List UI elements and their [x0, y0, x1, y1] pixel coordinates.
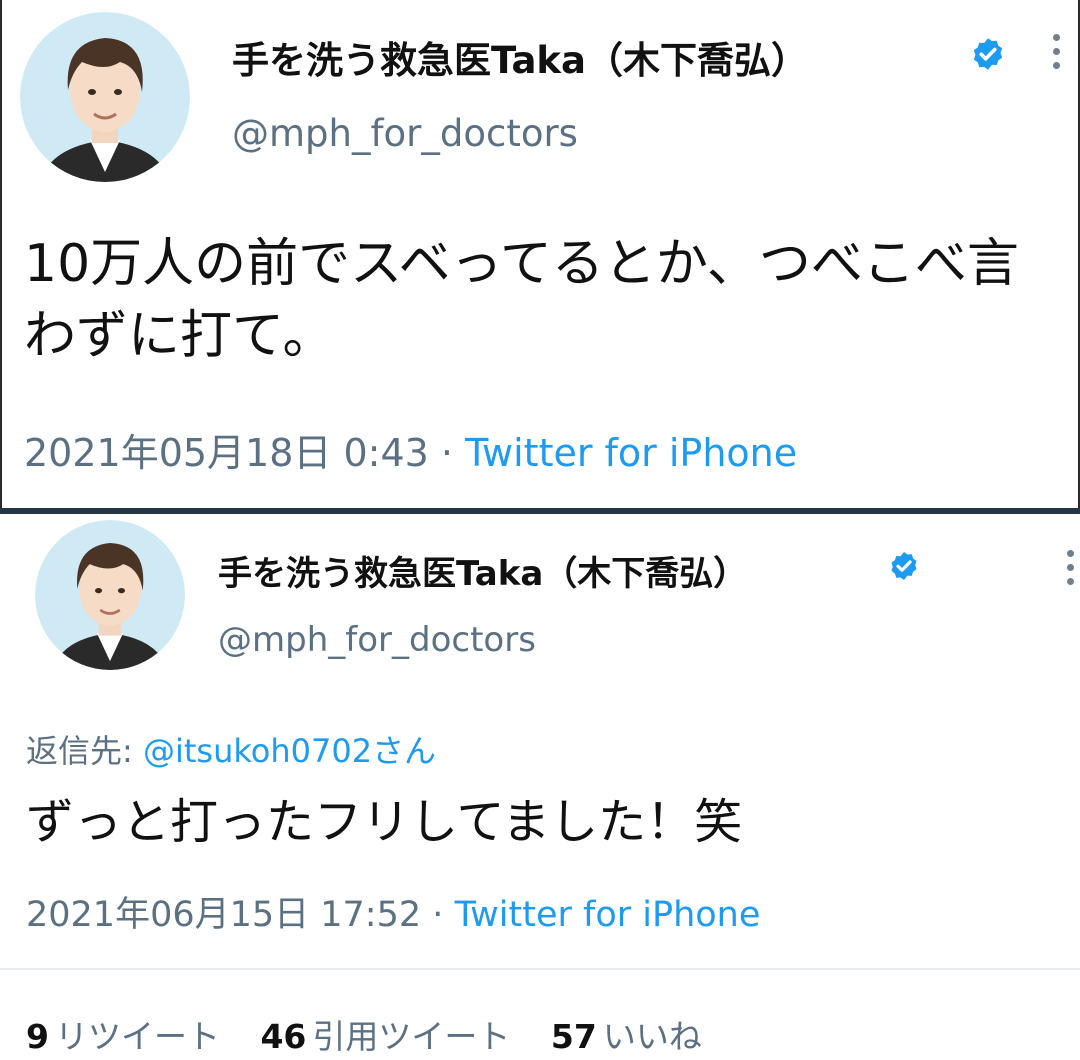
quotes-stat[interactable]: 46 引用ツイート: [260, 1017, 510, 1056]
meta-separator: ·: [440, 431, 454, 475]
tweet-stats: 9 リツイート 46 引用ツイート 57 いいね: [26, 1010, 732, 1058]
source-link[interactable]: Twitter for iPhone: [465, 431, 797, 475]
display-name[interactable]: 手を洗う救急医Taka（木下喬弘）: [232, 30, 808, 84]
tweet-meta: 2021年05月18日 0:43 · Twitter for iPhone: [24, 422, 797, 477]
timestamp[interactable]: 2021年06月15日 17:52: [26, 895, 421, 935]
more-options-icon[interactable]: [1052, 34, 1062, 76]
tweet-text: ずっと打ったフリしてました！笑: [26, 794, 743, 850]
reply-label: 返信先:: [26, 732, 133, 770]
display-name[interactable]: 手を洗う救急医Taka（木下喬弘）: [218, 546, 747, 595]
retweets-stat[interactable]: 9 リツイート: [26, 1017, 220, 1056]
stats-divider: [0, 968, 1080, 970]
user-handle[interactable]: @mph_for_doctors: [218, 620, 536, 660]
tweet-text: 10万人の前でスベってるとか、つべこべ言わずに打て。: [24, 234, 1019, 366]
more-options-icon[interactable]: [1066, 550, 1076, 592]
verified-badge-icon: [888, 550, 920, 586]
retweets-count: 9: [26, 1017, 49, 1056]
meta-separator: ·: [432, 895, 444, 935]
tweet-card-2[interactable]: 手を洗う救急医Taka（木下喬弘） @mph_for_doctors 返信先: …: [0, 514, 1080, 1060]
reply-mention-link[interactable]: @itsukoh0702さん: [143, 732, 436, 770]
avatar[interactable]: [20, 12, 190, 182]
quotes-count: 46: [260, 1017, 307, 1056]
verified-badge-icon: [970, 36, 1006, 76]
likes-count: 57: [550, 1017, 597, 1056]
retweets-label: リツイート: [54, 1017, 220, 1056]
reply-to-line: 返信先: @itsukoh0702さん: [26, 726, 436, 772]
avatar[interactable]: [35, 520, 185, 670]
quotes-label: 引用ツイート: [312, 1017, 511, 1056]
tweet-meta: 2021年06月15日 17:52 · Twitter for iPhone: [26, 886, 760, 937]
likes-label: いいね: [602, 1017, 702, 1056]
timestamp[interactable]: 2021年05月18日 0:43: [24, 431, 429, 475]
likes-stat[interactable]: 57 いいね: [551, 1017, 702, 1056]
user-handle[interactable]: @mph_for_doctors: [232, 112, 578, 155]
tweet-card-1[interactable]: 手を洗う救急医Taka（木下喬弘） @mph_for_doctors 10万人の…: [0, 0, 1080, 510]
source-link[interactable]: Twitter for iPhone: [455, 895, 761, 935]
